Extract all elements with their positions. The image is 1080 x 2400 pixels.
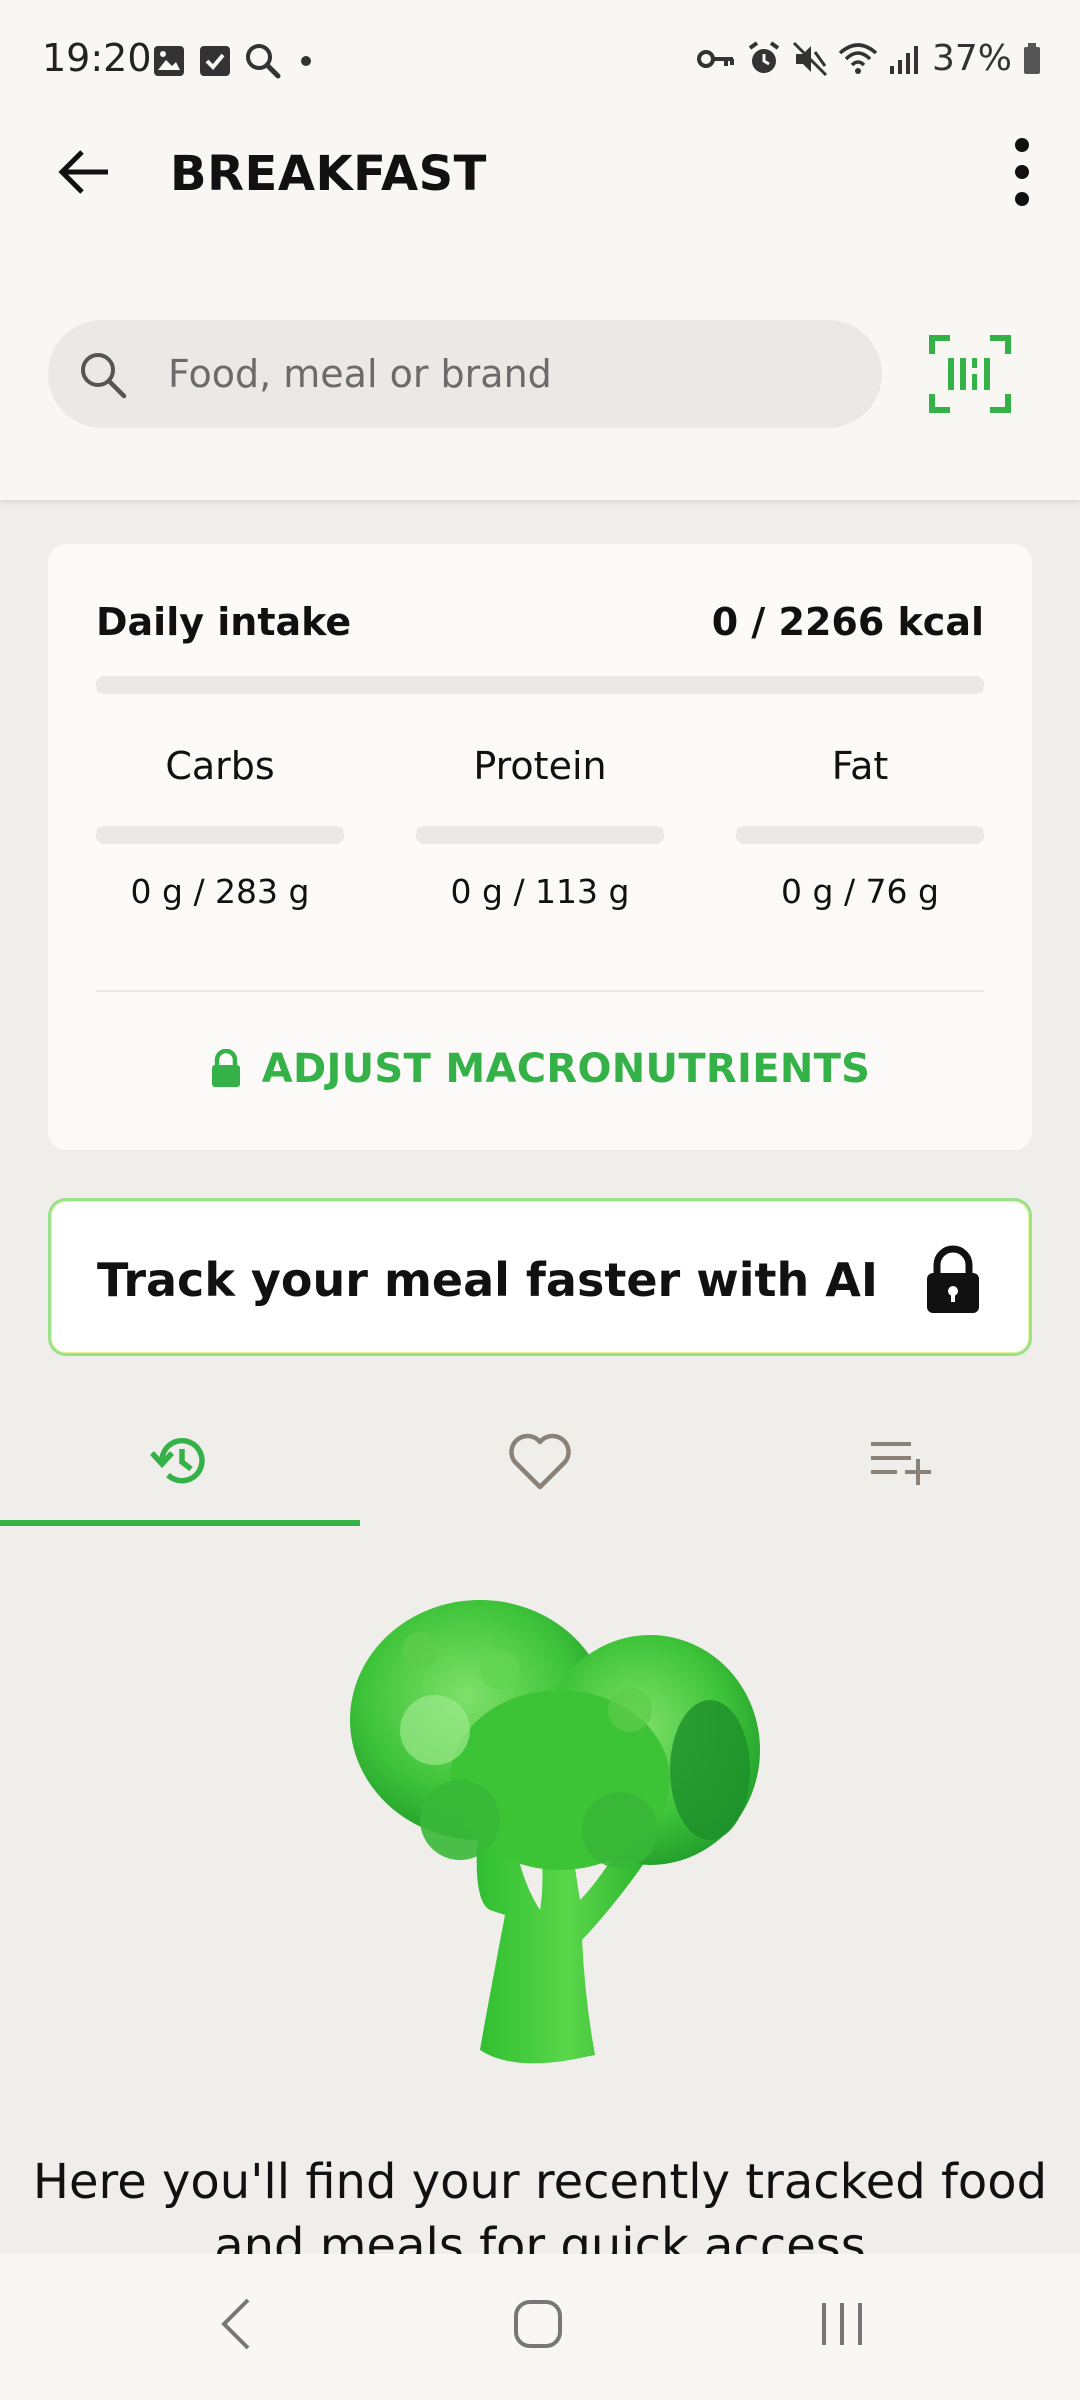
page-title: BREAKFAST — [170, 146, 487, 202]
arrow-back-icon — [58, 150, 108, 194]
nav-recents-button[interactable] — [782, 2284, 902, 2364]
macro-protein-label: Protein — [473, 744, 607, 788]
status-notification-icons — [152, 42, 318, 80]
nav-recents-icon — [822, 2303, 862, 2345]
nav-back-button[interactable] — [176, 2284, 296, 2364]
vpn-key-icon — [696, 49, 734, 68]
favorites-heart-icon — [509, 1433, 571, 1490]
signal-icon — [889, 45, 918, 74]
tab-recent[interactable] — [0, 1396, 360, 1526]
nav-home-icon — [514, 2300, 562, 2348]
macro-fat-amount: 0 g / 76 g — [781, 872, 939, 911]
macro-protein: Protein 0 g / 113 g — [416, 744, 664, 924]
daily-intake-card: Daily intake 0 / 2266 kcal Carbs 0 g / 2… — [48, 544, 1032, 1150]
nav-back-icon — [221, 2298, 250, 2350]
battery-percentage: 37% — [931, 38, 1012, 79]
system-navigation-bar — [0, 2254, 1080, 2400]
search-input[interactable] — [166, 320, 856, 428]
search-notification-icon — [246, 44, 281, 79]
alarm-icon — [748, 40, 780, 73]
daily-intake-value: 0 / 2266 kcal — [711, 600, 984, 644]
adjust-macronutrients-button[interactable]: ADJUST MACRONUTRIENTS — [48, 1014, 1032, 1124]
app-bar — [0, 120, 1080, 500]
dot-icon — [301, 56, 311, 66]
nav-home-button[interactable] — [478, 2284, 598, 2364]
gallery-icon — [154, 46, 184, 76]
barcode-scan-button[interactable] — [922, 326, 1018, 422]
ai-banner-text: Track your meal faster with AI — [97, 1253, 878, 1307]
macro-carbs: Carbs 0 g / 283 g — [96, 744, 344, 924]
status-time: 19:20 — [42, 36, 152, 80]
card-divider — [96, 990, 984, 992]
macro-carbs-amount: 0 g / 283 g — [130, 872, 310, 911]
lock-icon — [211, 1049, 240, 1087]
macro-protein-progress-bar — [416, 826, 664, 844]
more-options-button[interactable] — [992, 130, 1052, 214]
broccoli-illustration — [350, 1600, 760, 2064]
macro-carbs-progress-bar — [96, 826, 344, 844]
back-button[interactable] — [44, 132, 124, 212]
macro-fat-progress-bar — [736, 826, 984, 844]
ai-tracking-banner[interactable]: Track your meal faster with AI — [48, 1198, 1032, 1356]
macro-protein-amount: 0 g / 113 g — [450, 872, 630, 911]
status-system-icons: 37% — [696, 38, 1042, 79]
search-icon — [81, 353, 127, 399]
adjust-macronutrients-label: ADJUST MACRONUTRIENTS — [261, 1046, 871, 1092]
more-vert-icon — [1015, 138, 1029, 206]
barcode-scan-icon — [929, 335, 1011, 413]
status-bar: 19:20 37% — [0, 0, 1080, 120]
checkbox-notification-icon — [200, 46, 230, 76]
macro-fat: Fat 0 g / 76 g — [736, 744, 984, 924]
wifi-icon — [838, 42, 878, 74]
daily-intake-progress-bar — [96, 676, 984, 694]
macro-fat-label: Fat — [831, 744, 889, 788]
lock-icon — [927, 1245, 979, 1313]
active-tab-indicator — [0, 1520, 360, 1526]
mute-icon — [792, 41, 828, 76]
macro-carbs-label: Carbs — [165, 744, 275, 788]
search-field[interactable] — [48, 320, 882, 428]
tab-custom-lists[interactable] — [720, 1396, 1080, 1526]
daily-intake-label: Daily intake — [96, 600, 352, 644]
battery-icon — [1024, 42, 1040, 74]
food-tabs — [0, 1396, 1080, 1526]
recent-history-icon — [149, 1438, 205, 1484]
add-to-list-icon — [871, 1442, 931, 1485]
tab-favorites[interactable] — [360, 1396, 720, 1526]
